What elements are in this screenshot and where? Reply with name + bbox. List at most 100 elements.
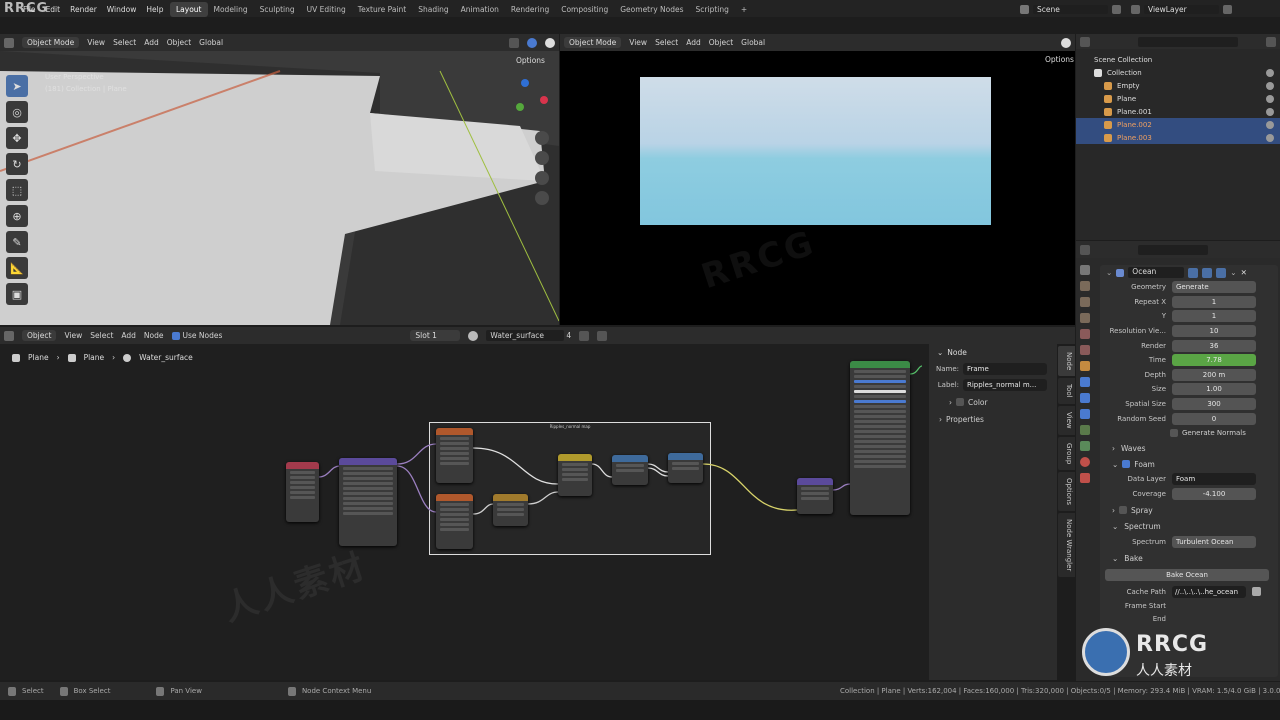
tab-layout[interactable]: Layout bbox=[170, 1, 208, 17]
transform-tool-icon[interactable]: ⊕ bbox=[6, 205, 28, 227]
tab-uv-editing[interactable]: UV Editing bbox=[301, 2, 352, 17]
outliner-item[interactable]: Empty bbox=[1076, 79, 1280, 92]
viewport-options[interactable]: Options bbox=[516, 56, 545, 65]
spray-checkbox[interactable] bbox=[1119, 506, 1127, 515]
filter-icon[interactable] bbox=[1266, 36, 1276, 47]
remove-modifier-icon[interactable]: ✕ bbox=[1241, 268, 1247, 277]
generate-normals-checkbox[interactable] bbox=[1170, 428, 1178, 437]
tab-texture-paint[interactable]: Texture Paint bbox=[352, 2, 412, 17]
outliner-item[interactable]: Plane.001 bbox=[1076, 105, 1280, 118]
pin-icon[interactable] bbox=[597, 330, 608, 341]
camera-view-icon[interactable] bbox=[535, 171, 549, 185]
node-label-field[interactable]: Ripples_normal m... bbox=[963, 379, 1047, 391]
normal-node[interactable] bbox=[797, 478, 833, 514]
viewport-right-options[interactable]: Options bbox=[1045, 55, 1074, 64]
node-section-header[interactable]: ⌄ Node bbox=[929, 344, 1057, 361]
outliner-item[interactable]: Plane.002 bbox=[1076, 118, 1280, 131]
shading-rendered-icon[interactable] bbox=[1061, 37, 1071, 48]
node-menu-select[interactable]: Select bbox=[90, 331, 113, 340]
viewport-toggle-icon[interactable] bbox=[1202, 267, 1213, 278]
menu-edit[interactable]: Edit bbox=[41, 5, 66, 14]
rotate-tool-icon[interactable]: ↻ bbox=[6, 153, 28, 175]
tab-sculpting[interactable]: Sculpting bbox=[254, 2, 301, 17]
bright-contrast-node[interactable] bbox=[493, 494, 528, 526]
node-menu-node[interactable]: Node bbox=[144, 331, 164, 340]
menu-add-right[interactable]: Add bbox=[686, 38, 701, 47]
visibility-eye-icon[interactable] bbox=[1266, 81, 1274, 90]
property-field[interactable]: 36 bbox=[1172, 339, 1256, 352]
visibility-eye-icon[interactable] bbox=[1266, 94, 1274, 103]
view-layer-field[interactable]: ViewLayer bbox=[1144, 4, 1219, 14]
node-canvas[interactable]: Plane › Plane › Water_surface Ripples_norm… bbox=[0, 344, 930, 680]
menu-add[interactable]: Add bbox=[144, 38, 159, 47]
generate-normals-row[interactable]: Generate Normals bbox=[1100, 426, 1278, 440]
outliner-item[interactable]: Plane bbox=[1076, 92, 1280, 105]
menu-view[interactable]: View bbox=[87, 38, 105, 47]
overlay-icon[interactable] bbox=[509, 37, 519, 48]
cache-path-field[interactable]: //..\..\..\..he_ocean bbox=[1172, 585, 1246, 598]
texture-coordinate-node[interactable] bbox=[286, 462, 319, 522]
menu-file[interactable]: File bbox=[18, 5, 41, 14]
measure-tool-icon[interactable]: 📐 bbox=[6, 257, 28, 279]
tab-shading[interactable]: Shading bbox=[412, 2, 454, 17]
menu-select-right[interactable]: Select bbox=[655, 38, 678, 47]
spectrum-section[interactable]: ⌄ Spectrum bbox=[1100, 519, 1278, 534]
bake-section[interactable]: ⌄ Bake bbox=[1100, 550, 1278, 567]
cursor-tool-icon[interactable]: ◎ bbox=[6, 101, 28, 123]
object-tab-icon[interactable] bbox=[1080, 361, 1090, 371]
tab-rendering[interactable]: Rendering bbox=[505, 2, 555, 17]
tab-modeling[interactable]: Modeling bbox=[208, 2, 254, 17]
outliner-scene-collection[interactable]: Scene Collection bbox=[1076, 53, 1280, 66]
expand-chevron-icon[interactable]: ⌄ bbox=[1106, 268, 1112, 277]
tab-animation[interactable]: Animation bbox=[455, 2, 505, 17]
move-tool-icon[interactable]: ✥ bbox=[6, 127, 28, 149]
node-color-row[interactable]: › Color bbox=[929, 393, 1057, 411]
tab-node-wrangler[interactable]: Node Wrangler bbox=[1058, 512, 1075, 578]
material-tab-icon[interactable] bbox=[1080, 457, 1090, 467]
tab-node[interactable]: Node bbox=[1058, 346, 1075, 377]
editor-type-icon[interactable] bbox=[4, 37, 14, 48]
property-field[interactable]: 0 bbox=[1172, 412, 1256, 425]
shader-type-select[interactable]: Object bbox=[22, 330, 57, 341]
node-name-field[interactable]: Frame bbox=[963, 363, 1047, 375]
scale-tool-icon[interactable]: ⬚ bbox=[6, 179, 28, 201]
output-tab-icon[interactable] bbox=[1080, 297, 1090, 307]
pan-icon[interactable] bbox=[535, 151, 549, 165]
orientation-select-right[interactable]: Global bbox=[741, 38, 765, 47]
node-menu-add[interactable]: Add bbox=[121, 331, 136, 340]
property-field[interactable]: 300 bbox=[1172, 398, 1256, 411]
mode-select[interactable]: Object Mode bbox=[22, 37, 80, 48]
outliner-item[interactable]: Plane.003 bbox=[1076, 131, 1280, 144]
add-cube-tool-icon[interactable]: ▣ bbox=[6, 283, 28, 305]
fake-user-icon[interactable] bbox=[579, 330, 590, 341]
mode-select-right[interactable]: Object Mode bbox=[564, 37, 622, 48]
tab-scripting[interactable]: Scripting bbox=[690, 2, 735, 17]
data-layer-field[interactable]: Foam bbox=[1172, 473, 1256, 486]
outliner-item[interactable]: Collection bbox=[1076, 66, 1280, 79]
new-view-layer-icon[interactable] bbox=[1223, 4, 1232, 14]
property-field[interactable]: 1 bbox=[1172, 310, 1256, 323]
node-properties-section[interactable]: › Properties bbox=[929, 411, 1057, 427]
foam-section[interactable]: ⌄ Foam bbox=[1100, 457, 1278, 472]
mix-rgb-node[interactable] bbox=[558, 454, 592, 496]
bake-ocean-button[interactable]: Bake Ocean bbox=[1105, 568, 1269, 581]
node-menu-view[interactable]: View bbox=[64, 331, 82, 340]
shading-material-icon[interactable] bbox=[545, 37, 555, 48]
tab-geometry-nodes[interactable]: Geometry Nodes bbox=[614, 2, 689, 17]
shading-solid-icon[interactable] bbox=[527, 37, 537, 48]
property-field[interactable]: 7.78 bbox=[1172, 354, 1256, 367]
modifier-name-field[interactable]: Ocean bbox=[1128, 267, 1185, 278]
mapping-node[interactable] bbox=[339, 458, 397, 546]
use-nodes-checkbox[interactable] bbox=[171, 331, 180, 340]
visibility-eye-icon[interactable] bbox=[1266, 68, 1274, 77]
render-tab-icon[interactable] bbox=[1080, 281, 1090, 291]
add-workspace-button[interactable]: + bbox=[735, 2, 753, 17]
menu-object[interactable]: Object bbox=[167, 38, 191, 47]
property-field[interactable]: 1.00 bbox=[1172, 383, 1256, 396]
coverage-field[interactable]: -4.100 bbox=[1172, 488, 1256, 501]
tab-compositing[interactable]: Compositing bbox=[555, 2, 614, 17]
noise-texture-node[interactable] bbox=[436, 428, 473, 483]
visibility-eye-icon[interactable] bbox=[1266, 120, 1274, 129]
scene-tab-icon[interactable] bbox=[1080, 329, 1090, 339]
annotate-tool-icon[interactable]: ✎ bbox=[6, 231, 28, 253]
